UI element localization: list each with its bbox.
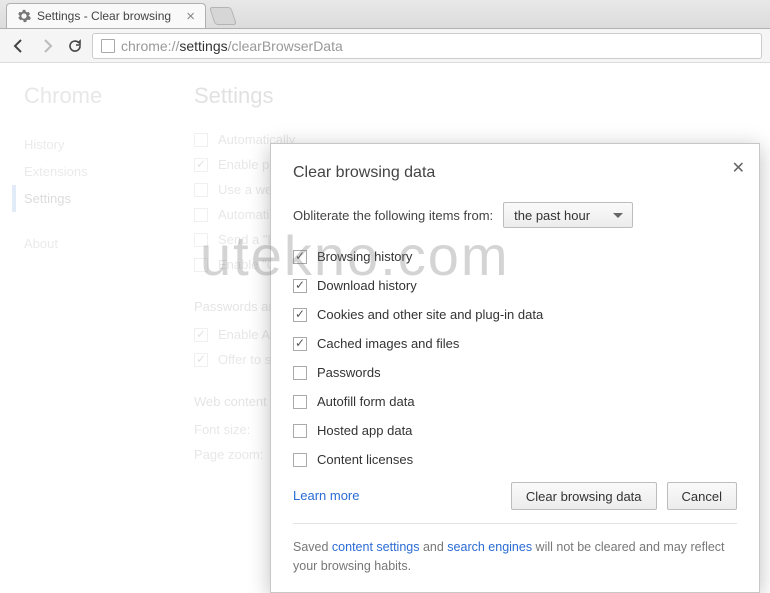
clear-opt-5-row: Autofill form data (293, 387, 737, 416)
clear-browsing-data-dialog: Clear browsing data ✕ Obliterate the fol… (270, 143, 760, 593)
clear-opt-3-row: Cached images and files (293, 329, 737, 358)
clear-opt-3-checkbox[interactable] (293, 337, 307, 351)
obliterate-label: Obliterate the following items from: (293, 208, 493, 223)
search-engines-link[interactable]: search engines (447, 540, 532, 554)
browser-tab[interactable]: Settings - Clear browsing × (6, 3, 206, 28)
new-tab-button[interactable] (209, 7, 237, 25)
clear-opt-7-row: Content licenses (293, 445, 737, 474)
page-icon (101, 39, 115, 53)
clear-opt-0-checkbox[interactable] (293, 250, 307, 264)
clear-opt-1-row: Download history (293, 271, 737, 300)
dialog-footer-note: Saved content settings and search engine… (293, 523, 737, 576)
cancel-button[interactable]: Cancel (667, 482, 737, 510)
browser-toolbar: chrome://settings/clearBrowserData (0, 29, 770, 63)
tab-title: Settings - Clear browsing (37, 9, 171, 23)
timeframe-select[interactable]: the past hour (503, 202, 633, 228)
clear-opt-1-checkbox[interactable] (293, 279, 307, 293)
clear-opt-2-row: Cookies and other site and plug-in data (293, 300, 737, 329)
clear-opt-6-checkbox[interactable] (293, 424, 307, 438)
clear-browsing-data-button[interactable]: Clear browsing data (511, 482, 657, 510)
clear-opt-7-checkbox[interactable] (293, 453, 307, 467)
tab-strip: Settings - Clear browsing × (0, 0, 770, 29)
timeframe-value: the past hour (514, 208, 590, 223)
clear-opt-0-row: Browsing history (293, 242, 737, 271)
clear-opt-7-label: Content licenses (317, 452, 413, 467)
close-icon[interactable]: ✕ (732, 158, 745, 178)
url-scheme: chrome:// (121, 38, 179, 54)
clear-opt-4-checkbox[interactable] (293, 366, 307, 380)
reload-button[interactable] (64, 35, 86, 57)
clear-opt-4-row: Passwords (293, 358, 737, 387)
clear-opt-3-label: Cached images and files (317, 336, 459, 351)
learn-more-link[interactable]: Learn more (293, 488, 359, 503)
clear-opt-6-row: Hosted app data (293, 416, 737, 445)
url-path: /clearBrowserData (228, 38, 343, 54)
back-button[interactable] (8, 35, 30, 57)
address-bar[interactable]: chrome://settings/clearBrowserData (92, 33, 762, 59)
dialog-title: Clear browsing data (293, 164, 737, 182)
clear-opt-4-label: Passwords (317, 365, 381, 380)
clear-opt-5-label: Autofill form data (317, 394, 415, 409)
clear-opt-2-label: Cookies and other site and plug-in data (317, 307, 543, 322)
clear-opt-5-checkbox[interactable] (293, 395, 307, 409)
content-settings-link[interactable]: content settings (332, 540, 420, 554)
url-host: settings (179, 38, 227, 54)
close-icon[interactable]: × (186, 9, 195, 24)
forward-button[interactable] (36, 35, 58, 57)
gear-icon (17, 9, 31, 23)
clear-opt-2-checkbox[interactable] (293, 308, 307, 322)
clear-opt-6-label: Hosted app data (317, 423, 412, 438)
clear-opt-1-label: Download history (317, 278, 417, 293)
clear-opt-0-label: Browsing history (317, 249, 412, 264)
